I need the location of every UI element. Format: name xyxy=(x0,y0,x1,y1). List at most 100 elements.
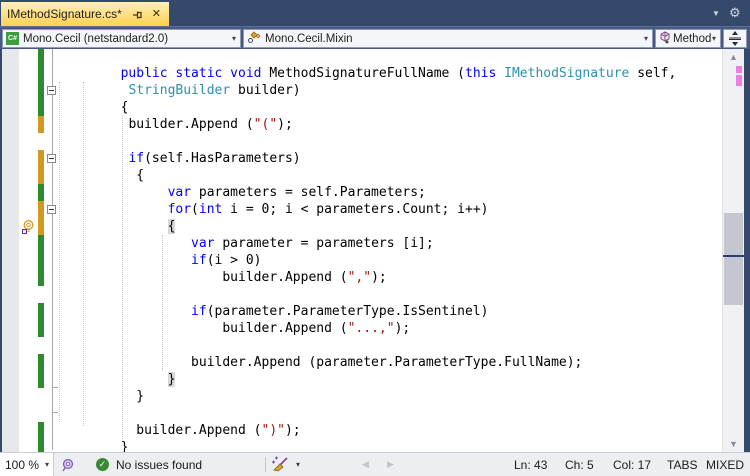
code-line[interactable]: } xyxy=(2,388,722,405)
glyph-cell xyxy=(2,286,19,303)
issues-status[interactable]: ✓ No issues found xyxy=(96,453,202,476)
zoom-control[interactable]: 100 % ▾ xyxy=(0,453,54,476)
outline-margin xyxy=(44,201,58,218)
chevron-down-icon: ▾ xyxy=(44,460,49,469)
glyph-cell xyxy=(2,116,19,133)
outline-margin xyxy=(44,371,58,388)
code-line[interactable]: for(int i = 0; i < parameters.Count; i++… xyxy=(2,201,722,218)
outline-margin xyxy=(44,320,58,337)
code-line[interactable]: var parameters = self.Parameters; xyxy=(2,184,722,201)
outline-margin xyxy=(44,303,58,320)
selection-margin xyxy=(19,167,38,184)
code-line[interactable] xyxy=(2,133,722,150)
code-line[interactable]: if(parameter.ParameterType.IsSentinel) xyxy=(2,303,722,320)
outline-margin xyxy=(44,167,58,184)
code-text: builder.Append ("...,"); xyxy=(222,321,411,336)
gear-icon[interactable]: ⚙ xyxy=(729,5,741,21)
outline-margin xyxy=(44,252,58,269)
code-line[interactable]: } xyxy=(2,371,722,388)
health-indicator-icon[interactable] xyxy=(60,453,76,476)
code-line[interactable]: builder.Append (")"); xyxy=(2,422,722,439)
split-window-button[interactable] xyxy=(723,29,747,48)
code-line[interactable]: public static void MethodSignatureFullNa… xyxy=(2,65,722,82)
mixed-indicator: MIXED xyxy=(706,457,745,472)
close-icon[interactable]: ✕ xyxy=(152,8,161,20)
scrollbar-thumb[interactable] xyxy=(724,213,743,305)
outline-margin xyxy=(44,218,58,235)
document-tab[interactable]: IMethodSignature.cs* ✕ xyxy=(1,2,169,26)
selection-margin xyxy=(19,422,38,439)
line-indicator: Ln: 43 xyxy=(514,457,548,472)
type-dropdown[interactable]: Mono.Cecil.Mixin ▾ xyxy=(243,29,653,48)
outline-margin xyxy=(44,65,58,82)
tab-strip: IMethodSignature.cs* ✕ ▼ ⚙ xyxy=(0,0,750,26)
glyph-cell xyxy=(2,133,19,150)
scroll-up-icon[interactable]: ▲ xyxy=(723,52,744,62)
outline-margin xyxy=(44,99,58,116)
glyph-cell xyxy=(2,65,19,82)
code-line[interactable]: { xyxy=(2,167,722,184)
scroll-down-icon[interactable]: ▼ xyxy=(723,439,744,449)
code-line[interactable] xyxy=(2,337,722,354)
code-text: var parameters = self.Parameters; xyxy=(167,185,426,200)
project-dropdown[interactable]: C# Mono.Cecil (netstandard2.0) ▾ xyxy=(2,29,241,48)
hscroll-left-icon[interactable]: ◀ xyxy=(362,453,369,476)
project-dropdown-label: Mono.Cecil (netstandard2.0) xyxy=(23,32,169,45)
code-line-partial[interactable] xyxy=(2,49,722,65)
glyph-cell xyxy=(2,354,19,371)
scrollbar-annotation xyxy=(736,75,742,86)
class-icon xyxy=(247,30,261,47)
outline-margin xyxy=(44,286,58,303)
code-line[interactable]: builder.Append (","); xyxy=(2,269,722,286)
outline-margin xyxy=(44,354,58,371)
outline-collapse-icon[interactable] xyxy=(47,205,56,214)
code-line[interactable]: builder.Append ("...,"); xyxy=(2,320,722,337)
glyph-cell xyxy=(2,439,19,452)
caret-position-mark xyxy=(723,255,744,257)
code-text: } xyxy=(136,389,145,404)
selection-margin xyxy=(19,371,38,388)
glyph-cell xyxy=(2,269,19,286)
code-line[interactable]: StringBuilder builder) xyxy=(2,82,722,99)
code-cleanup-button[interactable] xyxy=(271,453,290,476)
vertical-scrollbar[interactable]: ▲ ▼ xyxy=(722,49,744,452)
chevron-down-icon: ▾ xyxy=(711,34,716,43)
code-line[interactable]: if(self.HasParameters) xyxy=(2,150,722,167)
code-line[interactable]: { xyxy=(2,218,722,235)
code-text: if(i > 0) xyxy=(191,253,262,268)
selection-margin xyxy=(19,388,38,405)
pin-icon[interactable] xyxy=(132,8,144,20)
member-dropdown[interactable]: MethodSignature ▾ xyxy=(655,29,721,48)
document-tab-title: IMethodSignature.cs* xyxy=(7,7,122,21)
tab-overflow-icon[interactable]: ▼ xyxy=(712,9,720,18)
issues-status-label: No issues found xyxy=(116,457,203,472)
member-dropdown-label: MethodSignature xyxy=(673,32,712,45)
hscroll-right-icon[interactable]: ▶ xyxy=(387,453,394,476)
code-line[interactable]: { xyxy=(2,99,722,116)
selection-margin xyxy=(19,133,38,150)
code-line[interactable]: builder.Append (parameter.ParameterType.… xyxy=(2,354,722,371)
outline-collapse-icon[interactable] xyxy=(47,86,56,95)
code-text: StringBuilder builder) xyxy=(128,83,301,98)
code-line[interactable]: var parameter = parameters [i]; xyxy=(2,235,722,252)
code-text: if(self.HasParameters) xyxy=(128,151,301,166)
code-line[interactable]: } xyxy=(2,439,722,452)
char-indicator: Ch: 5 xyxy=(565,457,594,472)
selection-margin xyxy=(19,439,38,452)
selection-margin xyxy=(19,252,38,269)
code-text: { xyxy=(167,219,176,234)
code-cleanup-caret[interactable]: ▾ xyxy=(296,453,300,476)
code-editor[interactable]: public static void MethodSignatureFullNa… xyxy=(2,49,744,452)
selection-margin xyxy=(19,405,38,422)
divider xyxy=(265,457,266,472)
code-line[interactable] xyxy=(2,286,722,303)
outline-collapse-icon[interactable] xyxy=(47,154,56,163)
editor-status-bar: 100 % ▾ ✓ No issues found ▾ ◀ ▶ Ln: 43 C… xyxy=(0,452,750,476)
code-line[interactable]: if(i > 0) xyxy=(2,252,722,269)
code-line[interactable] xyxy=(2,405,722,422)
selection-margin xyxy=(19,269,38,286)
code-line[interactable]: builder.Append ("("); xyxy=(2,116,722,133)
selection-margin xyxy=(19,184,38,201)
